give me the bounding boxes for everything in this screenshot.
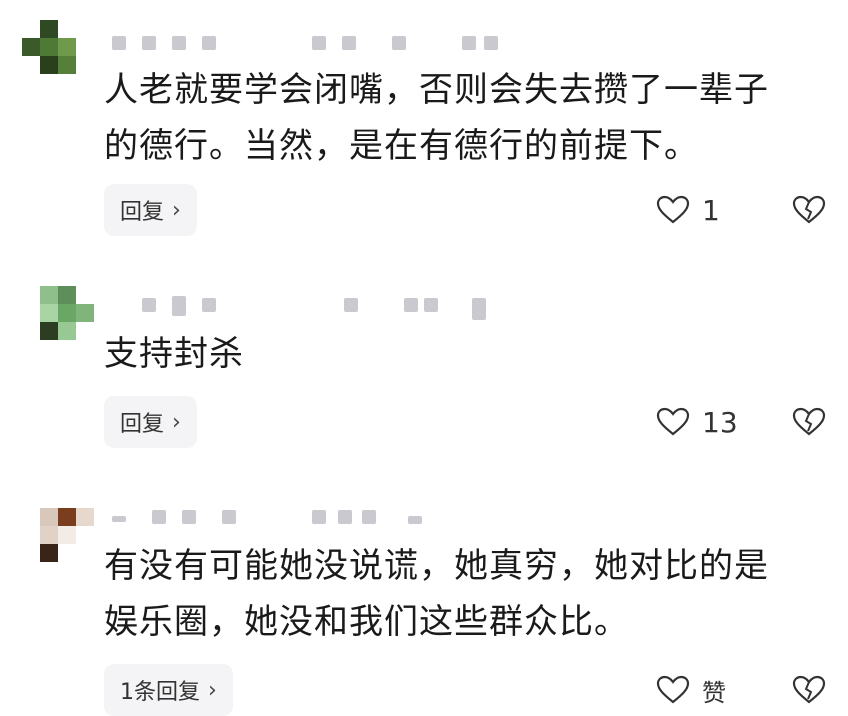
comment-text: 有没有可能她没说谎，她真穷，她对比的是 娱乐圈，她没和我们这些群众比。 bbox=[104, 546, 769, 642]
username-blurred[interactable] bbox=[112, 32, 532, 52]
dislike-button[interactable] bbox=[792, 664, 828, 716]
username-blurred[interactable] bbox=[112, 506, 532, 526]
reply-button[interactable]: 1条回复 › bbox=[104, 664, 233, 716]
like-button[interactable]: 1 bbox=[656, 184, 720, 236]
dislike-button[interactable] bbox=[792, 184, 828, 236]
broken-heart-outline-icon bbox=[792, 195, 826, 224]
chevron-right-icon: › bbox=[208, 677, 217, 703]
like-count: 13 bbox=[702, 405, 738, 439]
like-button[interactable]: 赞 bbox=[656, 664, 726, 716]
chevron-right-icon: › bbox=[172, 409, 181, 435]
reply-label: 回复 bbox=[120, 200, 165, 225]
broken-heart-outline-icon bbox=[792, 407, 826, 436]
avatar[interactable] bbox=[22, 20, 94, 92]
dislike-button[interactable] bbox=[792, 396, 828, 448]
reply-button[interactable]: 回复 › bbox=[104, 184, 197, 236]
comment-text: 支持封杀 bbox=[104, 334, 244, 374]
like-count: 赞 bbox=[702, 678, 726, 707]
heart-outline-icon bbox=[656, 675, 690, 704]
reply-button[interactable]: 回复 › bbox=[104, 396, 197, 448]
like-button[interactable]: 13 bbox=[656, 396, 738, 448]
avatar[interactable] bbox=[22, 286, 94, 358]
reply-label: 回复 bbox=[120, 412, 165, 437]
comment-text: 人老就要学会闭嘴，否则会失去攒了一辈子 的德行。当然，是在有德行的前提下。 bbox=[104, 70, 769, 166]
broken-heart-outline-icon bbox=[792, 675, 826, 704]
chevron-right-icon: › bbox=[172, 197, 181, 223]
avatar[interactable] bbox=[22, 508, 94, 580]
reply-label: 1条回复 bbox=[120, 680, 200, 705]
heart-outline-icon bbox=[656, 195, 690, 224]
heart-outline-icon bbox=[656, 407, 690, 436]
username-blurred[interactable] bbox=[112, 294, 532, 320]
like-count: 1 bbox=[702, 193, 720, 227]
